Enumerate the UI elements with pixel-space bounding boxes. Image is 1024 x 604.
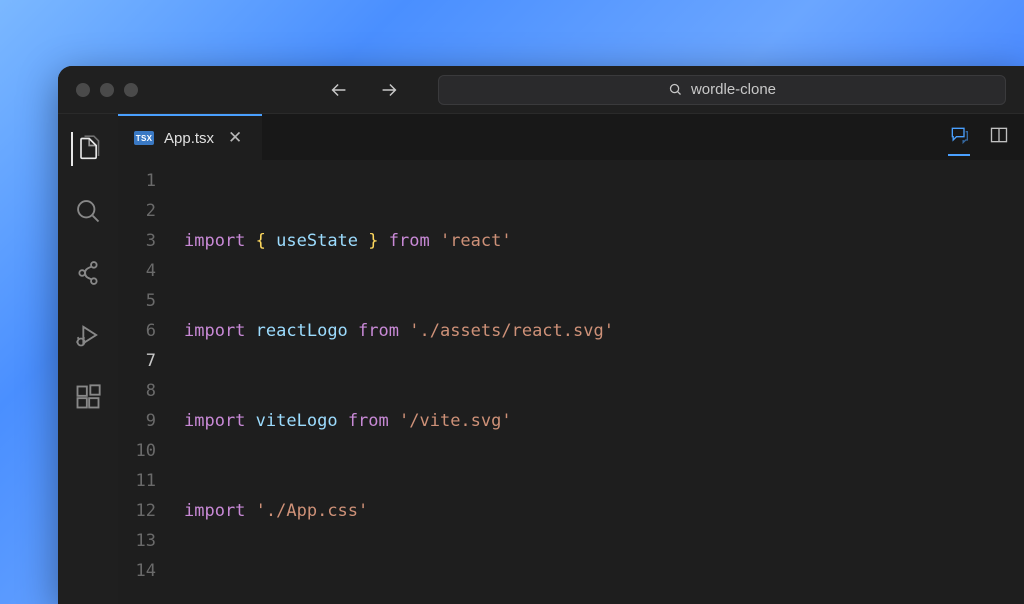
run-debug-icon[interactable] [71, 318, 105, 352]
tab-filename: App.tsx [164, 130, 214, 147]
minimize-window-button[interactable] [100, 83, 114, 97]
editor-actions [948, 114, 1010, 160]
code-line: import { useState } from 'react' [176, 226, 1024, 256]
chat-icon[interactable] [948, 125, 970, 156]
tab-app-tsx[interactable]: TSX App.tsx ✕ [118, 114, 262, 160]
back-icon[interactable] [328, 79, 350, 101]
extensions-icon[interactable] [71, 380, 105, 414]
code-line: import reactLogo from './assets/react.sv… [176, 316, 1024, 346]
line-numbers: 1 2 3 4 5 6 7 8 9 10 11 12 13 14 [118, 166, 176, 604]
search-text: wordle-clone [691, 81, 776, 98]
activity-bar [58, 114, 118, 604]
close-icon[interactable]: ✕ [224, 128, 246, 148]
source-control-icon[interactable] [71, 256, 105, 290]
command-center[interactable]: wordle-clone [438, 75, 1006, 105]
window-controls [76, 83, 138, 97]
close-window-button[interactable] [76, 83, 90, 97]
nav-arrows [328, 79, 400, 101]
split-editor-icon[interactable] [988, 125, 1010, 150]
tabs-row: TSX App.tsx ✕ [118, 114, 1024, 160]
maximize-window-button[interactable] [124, 83, 138, 97]
forward-icon[interactable] [378, 79, 400, 101]
code-line: import viteLogo from '/vite.svg' [176, 406, 1024, 436]
search-icon [668, 82, 683, 97]
main-area: TSX App.tsx ✕ 1 2 3 [58, 114, 1024, 604]
editor-group: TSX App.tsx ✕ 1 2 3 [118, 114, 1024, 604]
code-line [176, 586, 1024, 604]
code-line: import './App.css' [176, 496, 1024, 526]
search-activity-icon[interactable] [71, 194, 105, 228]
titlebar: wordle-clone [58, 66, 1024, 114]
code-body[interactable]: import { useState } from 'react' import … [176, 166, 1024, 604]
tsx-file-icon: TSX [134, 131, 154, 145]
explorer-icon[interactable] [71, 132, 105, 166]
code-editor[interactable]: 1 2 3 4 5 6 7 8 9 10 11 12 13 14 import … [118, 160, 1024, 604]
app-window: wordle-clone TSX [58, 66, 1024, 604]
